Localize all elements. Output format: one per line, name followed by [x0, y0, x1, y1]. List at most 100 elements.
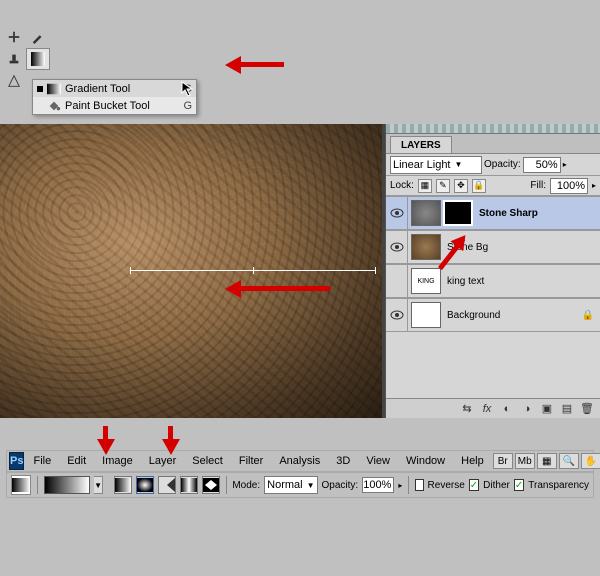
mini-bridge-icon[interactable]: Mb — [515, 453, 535, 469]
layer-row-stone-sharp[interactable]: Stone Sharp — [386, 196, 600, 230]
link-layers-icon[interactable]: ⇆ — [460, 402, 474, 416]
gradient-type-angle[interactable] — [158, 476, 176, 494]
menu-help[interactable]: Help — [454, 452, 491, 470]
extras-icon[interactable]: ▦ — [537, 453, 557, 469]
layer-row-stone-bg[interactable]: Stone Bg — [386, 230, 600, 264]
new-layer-icon[interactable]: ▤ — [560, 402, 574, 416]
layer-name[interactable]: king text — [447, 276, 484, 287]
hand-icon[interactable]: ✋ — [581, 453, 600, 469]
tool-path[interactable] — [2, 70, 26, 92]
menu-select[interactable]: Select — [185, 452, 230, 470]
chevron-down-icon: ▼ — [455, 160, 463, 169]
panel-gripper[interactable] — [386, 124, 600, 134]
tool-healing[interactable] — [2, 26, 26, 48]
annotation-arrow — [230, 62, 284, 67]
tool-stamp[interactable] — [2, 48, 26, 70]
tool-brush[interactable] — [26, 26, 50, 48]
layers-panel: LAYERS Linear Light▼ Opacity: 50% ▸ Lock… — [385, 124, 600, 418]
chevron-right-icon[interactable]: ▸ — [563, 160, 567, 169]
blend-row: Linear Light▼ Opacity: 50% ▸ — [386, 154, 600, 176]
dither-checkbox[interactable] — [469, 479, 479, 491]
layers-footer: ⇆ fx ◐ ◑ ▣ ▤ 🗑 — [386, 398, 600, 418]
document-canvas[interactable] — [0, 124, 382, 418]
fx-icon[interactable]: fx — [480, 402, 494, 416]
reverse-checkbox[interactable] — [415, 479, 424, 491]
menu-window[interactable]: Window — [399, 452, 452, 470]
group-icon[interactable]: ▣ — [540, 402, 554, 416]
opacity-label: Opacity: — [322, 480, 359, 491]
lock-icon: 🔒 — [582, 310, 594, 321]
blend-mode-select[interactable]: Linear Light▼ — [390, 156, 482, 174]
options-bar: ▼ Mode: Normal▼ Opacity: 100% ▸ Reverse … — [6, 472, 594, 498]
lock-label: Lock: — [390, 180, 414, 191]
visibility-toggle[interactable] — [386, 298, 408, 332]
fill-input[interactable]: 100% — [550, 178, 588, 194]
cursor-icon — [181, 81, 195, 97]
mode-value: Normal — [267, 479, 302, 491]
gradient-tool-flyout: Gradient Tool G Paint Bucket Tool G — [32, 79, 197, 115]
visibility-toggle[interactable] — [386, 196, 408, 230]
reverse-label: Reverse — [428, 480, 465, 491]
flyout-item-gradient[interactable]: Gradient Tool G — [33, 80, 196, 97]
app-logo[interactable]: Ps — [9, 452, 24, 470]
menubar: Ps File Edit Image Layer Select Filter A… — [6, 450, 594, 472]
menu-filter[interactable]: Filter — [232, 452, 270, 470]
opacity-label: Opacity: — [484, 159, 521, 170]
menu-analysis[interactable]: Analysis — [272, 452, 327, 470]
opacity-input[interactable]: 100% — [362, 477, 394, 493]
layer-thumb[interactable] — [411, 200, 441, 226]
transparency-label: Transparency — [528, 480, 589, 491]
transparency-checkbox[interactable] — [514, 479, 524, 491]
gradient-picker[interactable] — [44, 476, 90, 494]
mode-label: Mode: — [232, 480, 260, 491]
fill-value: 100% — [557, 180, 585, 192]
visibility-toggle[interactable] — [386, 264, 408, 298]
opacity-value: 100% — [363, 479, 391, 491]
layer-row-background[interactable]: Background 🔒 — [386, 298, 600, 332]
canvas-texture — [0, 124, 382, 418]
annotation-arrow — [168, 426, 173, 450]
gradient-type-radial[interactable] — [136, 476, 154, 494]
menu-edit[interactable]: Edit — [60, 452, 93, 470]
layer-thumb[interactable] — [411, 234, 441, 260]
layer-thumb[interactable] — [411, 302, 441, 328]
layer-name[interactable]: Background — [447, 310, 500, 321]
bridge-icon[interactable]: Br — [493, 453, 513, 469]
tool-gradient[interactable] — [26, 48, 50, 70]
layer-row-king-text[interactable]: KING king text — [386, 264, 600, 298]
dither-label: Dither — [483, 480, 510, 491]
lock-pixels-icon[interactable]: ✎ — [436, 179, 450, 193]
chevron-right-icon[interactable]: ▸ — [592, 181, 596, 190]
gradient-type-linear[interactable] — [114, 476, 132, 494]
mask-icon[interactable]: ◐ — [500, 402, 514, 416]
visibility-toggle[interactable] — [386, 230, 408, 264]
gradient-icon — [47, 82, 61, 96]
separator — [408, 476, 409, 494]
layer-name[interactable]: Stone Sharp — [479, 208, 538, 219]
adjustment-icon[interactable]: ◑ — [520, 402, 534, 416]
lock-position-icon[interactable]: ✥ — [454, 179, 468, 193]
trash-icon[interactable]: 🗑 — [580, 402, 594, 416]
annotation-arrow — [103, 426, 108, 450]
separator — [226, 476, 227, 494]
tab-layers[interactable]: LAYERS — [390, 136, 452, 153]
opacity-input[interactable]: 50% — [523, 157, 561, 173]
chevron-down-icon: ▼ — [307, 481, 315, 490]
gradient-type-reflected[interactable] — [180, 476, 198, 494]
opacity-value: 50% — [536, 159, 558, 171]
menu-view[interactable]: View — [359, 452, 397, 470]
lock-row: Lock: ▦ ✎ ✥ 🔒 Fill: 100% ▸ — [386, 176, 600, 196]
lock-transparency-icon[interactable]: ▦ — [418, 179, 432, 193]
lock-all-icon[interactable]: 🔒 — [472, 179, 486, 193]
gradient-type-diamond[interactable] — [202, 476, 220, 494]
gradient-drag-indicator — [130, 270, 376, 271]
gradient-dropdown[interactable]: ▼ — [94, 476, 103, 494]
chevron-right-icon[interactable]: ▸ — [398, 481, 402, 490]
menu-file[interactable]: File — [26, 452, 58, 470]
flyout-item-paint-bucket[interactable]: Paint Bucket Tool G — [33, 97, 196, 114]
mode-select[interactable]: Normal ▼ — [264, 476, 317, 494]
layer-mask-thumb[interactable] — [443, 200, 473, 226]
tool-preset-picker[interactable] — [11, 475, 31, 495]
zoom-icon[interactable]: 🔍 — [559, 453, 579, 469]
menu-3d[interactable]: 3D — [329, 452, 357, 470]
